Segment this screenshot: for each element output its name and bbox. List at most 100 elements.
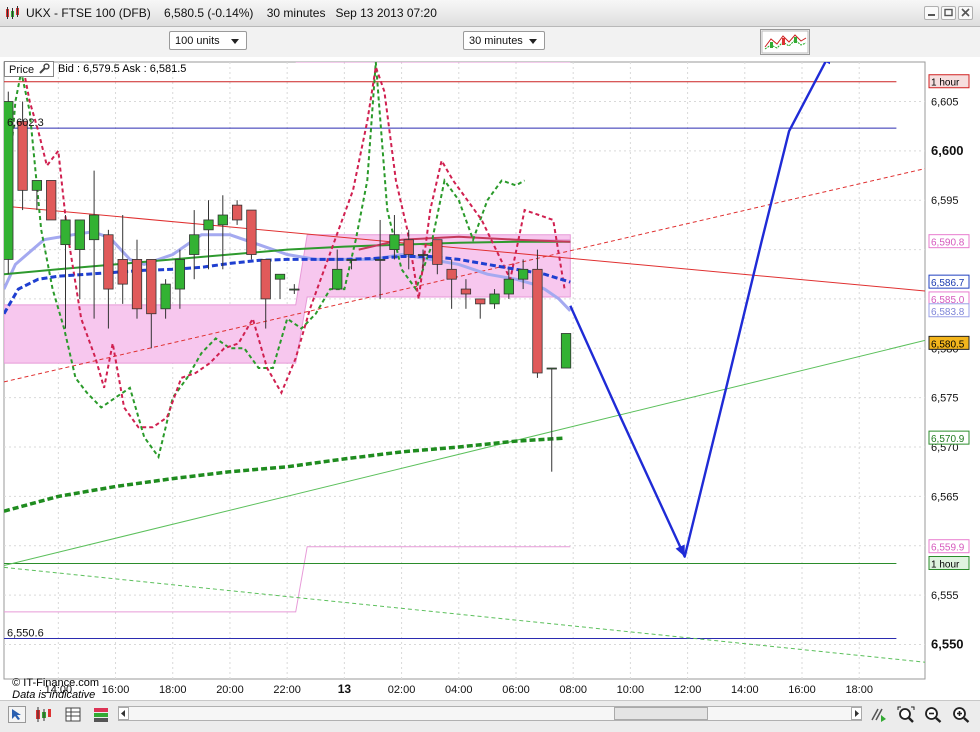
scrollbar-thumb[interactable] [614, 707, 708, 720]
x-axis-tick-label: 22:00 [273, 684, 301, 696]
candle-body [260, 259, 271, 300]
candle-body [60, 219, 71, 246]
chevron-right-icon [855, 710, 859, 717]
y-axis-tick-label: 6,605 [931, 96, 959, 108]
title-bar: UKX - FTSE 100 (DFB) 6,580.5 (-0.14%) 30… [0, 0, 980, 27]
maximize-button[interactable] [941, 6, 956, 20]
copyright-notice: © IT-Finance.com Data is indicative [6, 665, 99, 701]
candle-body [203, 219, 214, 231]
window-title: UKX - FTSE 100 (DFB) 6,580.5 (-0.14%) 30… [26, 6, 437, 20]
wrench-icon [39, 63, 50, 74]
table-view-icon[interactable] [64, 706, 82, 723]
x-axis-tick-label: 16:00 [102, 684, 130, 696]
candle-body [403, 239, 414, 255]
candle-body [489, 293, 500, 305]
chevron-left-icon [121, 710, 125, 717]
zoom-out-icon[interactable] [924, 706, 942, 723]
chevron-down-icon [529, 39, 537, 44]
y-axis-tick-label: 6,600 [931, 143, 964, 158]
zoom-in-icon[interactable] [952, 706, 970, 723]
price-tag-label: 1 hour [931, 559, 960, 570]
candle-body [246, 209, 257, 255]
indicators-button[interactable] [760, 29, 810, 55]
price-tag-label: 6,559.9 [931, 543, 965, 554]
plot-area [3, 61, 926, 680]
cursor-tool-icon[interactable] [8, 706, 26, 723]
candle-body [189, 234, 200, 255]
price-tag-label: 6,583.8 [931, 307, 965, 318]
candle-body [560, 333, 572, 369]
units-select-value: 100 units [175, 35, 220, 47]
candle-body [117, 259, 128, 285]
layers-icon[interactable] [92, 706, 110, 723]
candlestick-type-icon[interactable] [34, 706, 52, 723]
candle-body [432, 239, 443, 265]
candle-body [417, 254, 429, 256]
price-tag-label: 6,590.8 [931, 238, 965, 249]
candle-body [546, 367, 557, 370]
bid-ask-readout: Bid : 6,579.5 Ask : 6,581.5 [58, 63, 187, 75]
scroll-left-button[interactable] [118, 707, 129, 720]
candle-body [31, 180, 43, 191]
indicators-icon [761, 30, 809, 54]
candle-body [146, 259, 157, 315]
candle-body [217, 214, 228, 226]
scroll-right-button[interactable] [851, 707, 862, 720]
close-icon [961, 8, 970, 17]
x-axis-tick-label: 12:00 [674, 684, 702, 696]
app-chart-icon [6, 6, 19, 19]
candle-body [174, 259, 186, 290]
left-price-label: 6,550.6 [7, 628, 44, 640]
candle-body [160, 283, 171, 310]
y-axis-tick-label: 6,550 [931, 636, 964, 651]
y-axis-tick-label: 6,575 [931, 393, 959, 405]
x-axis-tick-label: 02:00 [388, 684, 416, 696]
chevron-down-icon [231, 39, 239, 44]
candle-body [389, 234, 400, 250]
candle-body [46, 180, 57, 221]
interval-select-value: 30 minutes [469, 35, 523, 47]
x-axis-tick-label: 10:00 [617, 684, 645, 696]
candle-body [532, 268, 543, 374]
units-select[interactable]: 100 units [169, 31, 247, 50]
candle-body [88, 214, 100, 241]
copyright-text: © IT-Finance.com [12, 677, 100, 689]
minimize-button[interactable] [924, 6, 939, 20]
x-axis-tick-label: 16:00 [788, 684, 816, 696]
x-axis-tick-label: 04:00 [445, 684, 473, 696]
x-axis-tick-label: 13 [338, 682, 352, 696]
candle-body [103, 234, 114, 290]
candle-body [475, 298, 486, 305]
candle-body [74, 219, 85, 250]
candle-body [503, 278, 514, 295]
x-axis-tick-label: 18:00 [159, 684, 187, 696]
x-axis-tick-label: 14:00 [731, 684, 759, 696]
candle-body [460, 288, 472, 295]
candle-body [518, 268, 529, 280]
y-axis-tick-label: 6,595 [931, 195, 959, 207]
x-axis-tick-label: 06:00 [502, 684, 530, 696]
x-axis-tick-label: 08:00 [559, 684, 587, 696]
x-axis-tick-label: 18:00 [845, 684, 873, 696]
price-type-button[interactable]: Price [4, 61, 54, 77]
minimize-icon [928, 14, 935, 16]
candle-body [332, 268, 343, 290]
price-tag-label: 6,580.5 [931, 339, 965, 350]
candle-body [346, 259, 357, 261]
y-axis-tick-label: 6,555 [931, 590, 959, 602]
candle-body [131, 259, 143, 310]
candle-body [375, 259, 386, 261]
close-button[interactable] [958, 6, 973, 20]
zoom-fit-icon[interactable] [897, 706, 915, 723]
maximize-icon [944, 8, 953, 17]
price-label: Price [9, 64, 35, 76]
x-axis-tick-label: 20:00 [216, 684, 244, 696]
time-scrollbar[interactable] [118, 706, 862, 721]
interval-select[interactable]: 30 minutes [463, 31, 545, 50]
fast-forward-icon[interactable] [870, 706, 888, 723]
candle-body [17, 120, 28, 191]
left-price-label: 6,602.3 [7, 117, 44, 129]
price-chart[interactable]: 6,602.36,550.66,5506,5556,5656,5706,5756… [0, 57, 980, 700]
candle-body [289, 288, 300, 291]
price-tag-label: 6,570.9 [931, 434, 965, 445]
